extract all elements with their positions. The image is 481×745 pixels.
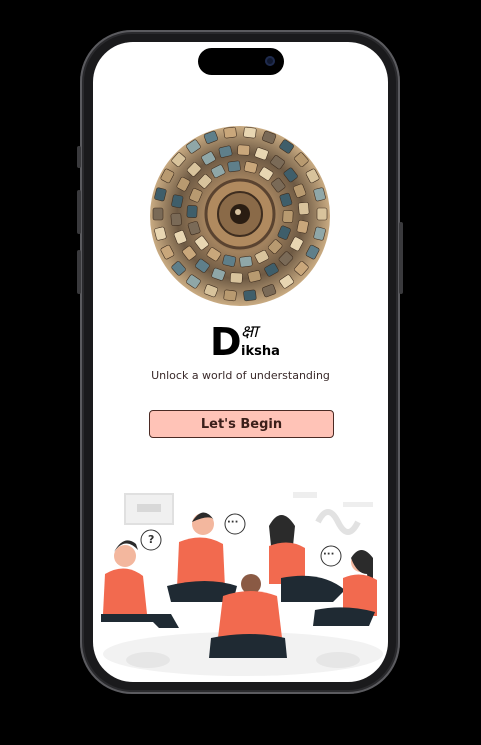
dynamic-island (198, 48, 284, 75)
hero-art (150, 126, 330, 306)
side-button-volume-down (77, 250, 81, 294)
people-illustration (101, 492, 383, 676)
app-screen: croft D क्षा iksha Unlock a world of und… (93, 42, 388, 682)
hero-image: croft (150, 126, 330, 306)
dots-bubble-text-1: ··· (227, 517, 239, 528)
hero-tile (237, 144, 251, 156)
hero-tile (316, 207, 328, 221)
tagline: Unlock a world of understanding (151, 369, 330, 382)
hero-tile (171, 194, 184, 209)
logo-word: iksha (241, 344, 280, 359)
side-button-power (399, 222, 403, 294)
camera-icon (265, 56, 275, 66)
hero-tile (223, 289, 237, 302)
lets-begin-button[interactable]: Let's Begin (149, 410, 334, 438)
hero-tile (296, 219, 309, 234)
logo-devanagari: क्षा (241, 322, 258, 342)
hero-tile (186, 205, 198, 219)
hero-tile (229, 272, 243, 284)
question-bubble-text: ? (148, 533, 155, 546)
hero-tile (170, 212, 182, 227)
hero-tile (298, 201, 310, 216)
diksha-logo: D क्षा iksha (210, 320, 280, 364)
hero-tile (152, 207, 164, 221)
hero-tile (243, 126, 257, 139)
side-button-volume-up (77, 190, 81, 234)
hero-tile (239, 255, 253, 268)
group-discussion-illustration: ? ··· ··· (93, 482, 388, 682)
side-button-silent (77, 146, 81, 168)
hero-tile (227, 160, 241, 173)
hero-tile (223, 126, 237, 139)
logo-letter: D (210, 320, 242, 364)
hero-tile (282, 209, 294, 223)
dots-bubble-text-2: ··· (323, 549, 335, 560)
hero-tile (243, 289, 257, 302)
